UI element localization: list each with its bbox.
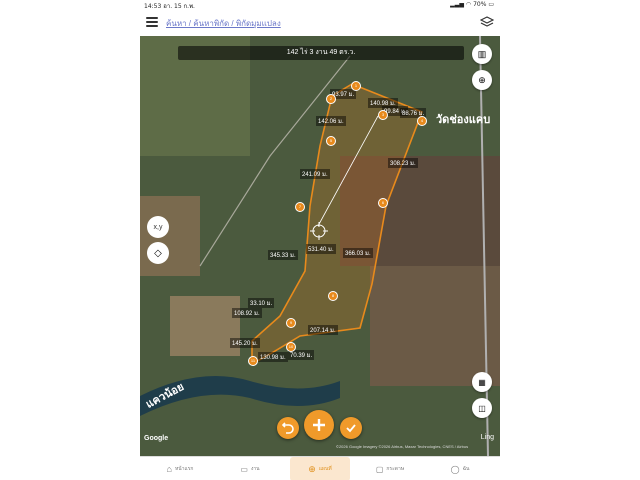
calculator-icon: ▦ (478, 377, 486, 387)
battery-percent: 70% (473, 1, 487, 8)
distance-label: 345.33 ม. (268, 250, 298, 260)
distance-label: 366.03 ม. (343, 248, 373, 258)
wifi-icon: ◠ (465, 1, 472, 8)
undo-icon (282, 422, 294, 434)
distance-label: 33.10 ม. (248, 298, 275, 308)
nav-map[interactable]: ⊕ แผนที่ (290, 457, 350, 480)
signal-icon: ▂▃▅ (450, 1, 464, 8)
bottom-nav: ⌂ หน้าแรก ▭ งาน ⊕ แผนที่ ▢ กระดาษ ◯ ฉัน (140, 456, 500, 480)
vertex-marker[interactable]: 1 (351, 81, 361, 91)
vertex-marker[interactable]: 11 (248, 356, 258, 366)
confirm-button[interactable] (340, 417, 362, 439)
nav-work[interactable]: ▭ งาน (220, 457, 280, 480)
layers-icon[interactable] (480, 16, 494, 28)
map-toggle-button[interactable]: ▥ (472, 44, 492, 64)
distance-label: 241.09 ม. (300, 169, 330, 179)
diamond-icon: ◇ (154, 247, 162, 259)
nav-profile-label: ฉัน (462, 466, 470, 472)
nav-home[interactable]: ⌂ หน้าแรก (150, 457, 210, 480)
scan-icon: ◫ (478, 403, 486, 413)
vertex-marker[interactable]: 6 (378, 198, 388, 208)
scan-button[interactable]: ◫ (472, 398, 492, 418)
area-readout: 142 ไร่ 3 งาน 49 ตร.ว. (178, 46, 464, 60)
message-icon: ▢ (375, 464, 384, 474)
map-attribution: ©2026 Google Imagery ©2026 Airbus, Maxar… (336, 444, 469, 449)
vertex-marker[interactable]: 9 (286, 318, 296, 328)
nav-map-label: แผนที่ (318, 466, 332, 472)
vertex-marker[interactable]: 10 (286, 342, 296, 352)
vertex-marker[interactable]: 5 (326, 136, 336, 146)
status-bar: 14:53 อา. 15 ก.พ. ▂▃▅ ◠ 70% ▭ (140, 0, 500, 10)
map-icon: ▥ (477, 48, 487, 59)
status-date: อา. 15 ก.พ. (163, 3, 195, 10)
nav-profile[interactable]: ◯ ฉัน (430, 457, 490, 480)
vertex-marker[interactable]: 7 (295, 202, 305, 212)
home-icon: ⌂ (166, 464, 172, 474)
vertex-marker[interactable]: 3 (378, 110, 388, 120)
distance-label: 145.20 ม. (230, 338, 260, 348)
app-window: 14:53 อา. 15 ก.พ. ▂▃▅ ◠ 70% ▭ ค้นหา / ค้… (140, 0, 500, 480)
diamond-button[interactable]: ◇ (147, 242, 169, 264)
crosshair-target-icon (310, 222, 328, 240)
vertex-marker[interactable]: 4 (417, 116, 427, 126)
distance-label: 531.40 ม. (306, 244, 336, 254)
distance-label: 308.23 ม. (388, 158, 418, 168)
google-logo: Google (144, 435, 169, 442)
vertex-marker[interactable]: 2 (326, 94, 336, 104)
crosshair-icon: ⊕ (478, 74, 486, 85)
plus-icon (313, 419, 325, 431)
nav-home-label: หน้าแรก (174, 466, 194, 472)
check-icon (346, 424, 356, 433)
nav-paper[interactable]: ▢ กระดาษ (360, 457, 420, 480)
distance-label: 207.14 ม. (308, 325, 338, 335)
calculator-button[interactable]: ▦ (472, 372, 492, 392)
top-header: ค้นหา / ค้นหาพิกัด / พิกัดมุมแปลง (140, 10, 500, 36)
vertex-marker[interactable]: 8 (328, 291, 338, 301)
distance-label: 142.06 ม. (316, 116, 346, 126)
battery-icon: ▭ (488, 1, 494, 8)
nav-work-label: งาน (250, 466, 260, 472)
add-map-icon: ⊕ (308, 463, 316, 474)
add-point-button[interactable] (304, 410, 334, 440)
satellite-map[interactable]: 142 ไร่ 3 งาน 49 ตร.ว. ▥ ⊕ วัดช่องแคบ x,… (140, 36, 500, 456)
distance-label: 130.98 ม. (258, 352, 288, 362)
locate-button[interactable]: ⊕ (472, 70, 492, 90)
xy-button[interactable]: x,y (147, 216, 169, 238)
menu-icon[interactable] (146, 17, 158, 27)
nav-paper-label: กระดาษ (386, 466, 405, 472)
breadcrumb[interactable]: ค้นหา / ค้นหาพิกัด / พิกัดมุมแปลง (166, 17, 281, 30)
person-icon: ◯ (450, 464, 460, 474)
status-time: 14:53 (144, 3, 162, 10)
undo-button[interactable] (277, 417, 299, 439)
place-label: วัดช่องแคบ (436, 114, 491, 126)
ling-label: Ling (480, 434, 494, 441)
briefcase-icon: ▭ (240, 464, 248, 474)
distance-label: 108.92 ม. (232, 308, 262, 318)
